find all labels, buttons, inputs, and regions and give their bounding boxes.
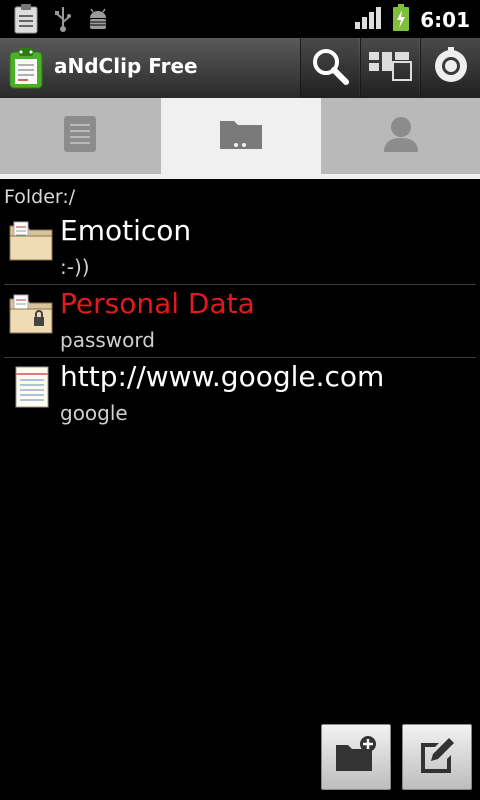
settings-button[interactable] bbox=[420, 38, 480, 98]
clip-list: Emoticon :-)) Personal Data password htt… bbox=[0, 212, 480, 430]
widgets-icon bbox=[367, 49, 413, 87]
action-bar: aNdClip Free bbox=[0, 38, 480, 99]
battery-charging-icon bbox=[392, 4, 410, 36]
item-title: Emoticon bbox=[60, 214, 192, 247]
item-subtitle: password bbox=[60, 328, 155, 352]
new-note-button[interactable] bbox=[402, 724, 472, 790]
person-icon bbox=[381, 114, 421, 158]
list-item[interactable]: http://www.google.com google bbox=[4, 358, 476, 430]
tab-contacts[interactable] bbox=[322, 98, 480, 174]
edit-note-icon bbox=[417, 735, 457, 779]
folder-icon bbox=[218, 117, 264, 155]
list-item[interactable]: Emoticon :-)) bbox=[4, 212, 476, 285]
item-subtitle: google bbox=[60, 401, 128, 425]
signal-icon bbox=[354, 6, 382, 34]
status-time: 6:01 bbox=[420, 8, 470, 32]
widgets-button[interactable] bbox=[360, 38, 419, 98]
item-title: http://www.google.com bbox=[60, 360, 385, 393]
folder-locked-icon bbox=[8, 291, 54, 337]
note-icon bbox=[8, 364, 54, 410]
list-item[interactable]: Personal Data password bbox=[4, 285, 476, 358]
item-subtitle: :-)) bbox=[60, 255, 90, 279]
tab-indicator bbox=[0, 174, 480, 179]
folder-path: Folder:/ bbox=[4, 186, 76, 208]
tab-list[interactable] bbox=[0, 98, 160, 174]
new-folder-icon bbox=[334, 735, 378, 779]
list-icon bbox=[62, 114, 98, 158]
item-title: Personal Data bbox=[60, 287, 255, 320]
clipboard-notification-icon bbox=[12, 4, 40, 38]
app-title: aNdClip Free bbox=[54, 54, 198, 78]
settings-icon bbox=[431, 46, 471, 90]
folder-doc-icon bbox=[8, 218, 54, 264]
status-bar: 6:01 bbox=[0, 0, 480, 38]
android-debug-icon bbox=[86, 6, 110, 36]
app-logo-icon bbox=[8, 47, 44, 89]
search-icon bbox=[310, 46, 350, 90]
search-button[interactable] bbox=[300, 38, 359, 98]
tab-folders[interactable] bbox=[161, 98, 321, 174]
usb-icon bbox=[54, 5, 72, 37]
new-folder-button[interactable] bbox=[321, 724, 391, 790]
tab-bar bbox=[0, 98, 480, 174]
